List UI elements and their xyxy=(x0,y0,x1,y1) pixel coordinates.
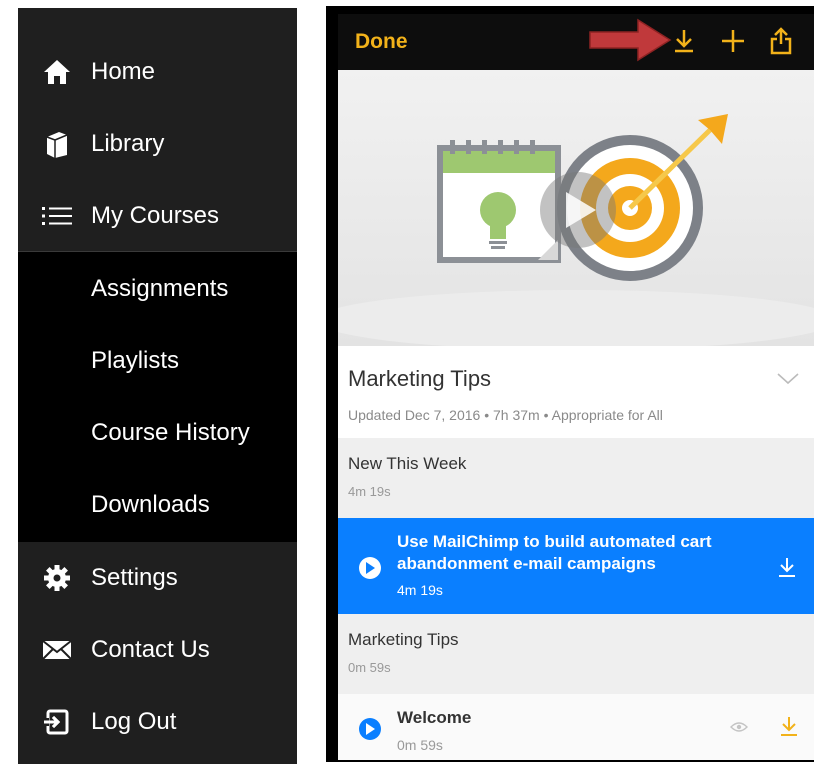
share-icon[interactable] xyxy=(766,26,796,56)
course-title: Marketing Tips xyxy=(348,366,492,391)
side-navigation: Home Library My Courses Assignments Play… xyxy=(18,8,297,764)
envelope-icon xyxy=(40,633,74,667)
list-icon xyxy=(40,199,74,233)
home-icon xyxy=(40,55,74,89)
logout-icon xyxy=(40,705,74,739)
section-header: New This Week 4m 19s xyxy=(338,438,814,518)
download-icon[interactable] xyxy=(778,715,800,737)
lesson-row-selected[interactable]: Use MailChimp to build automated cart ab… xyxy=(338,518,814,614)
gear-icon xyxy=(40,561,74,595)
nav-item-label: Library xyxy=(91,130,165,157)
library-icon xyxy=(40,127,74,161)
nav-item-log-out[interactable]: Log Out xyxy=(18,686,297,758)
section-title: New This Week xyxy=(348,454,467,473)
play-icon xyxy=(359,557,381,579)
nav-item-home[interactable]: Home xyxy=(18,36,297,108)
add-icon[interactable] xyxy=(718,26,748,56)
play-icon xyxy=(359,718,381,740)
download-icon[interactable] xyxy=(776,556,798,578)
nav-item-library[interactable]: Library xyxy=(18,108,297,180)
course-meta: Updated Dec 7, 2016 • 7h 37m • Appropria… xyxy=(348,407,663,423)
nav-item-label: Playlists xyxy=(91,347,180,374)
nav-item-course-history[interactable]: Course History xyxy=(18,397,297,469)
top-toolbar: Done xyxy=(338,14,814,70)
nav-item-label: Home xyxy=(91,58,156,85)
nav-item-label: Log Out xyxy=(91,708,177,735)
section-duration: 4m 19s xyxy=(348,484,391,499)
lesson-duration: 0m 59s xyxy=(397,737,443,753)
chevron-down-icon[interactable] xyxy=(776,372,800,386)
lesson-row[interactable]: Welcome 0m 59s xyxy=(338,694,814,760)
nav-item-downloads[interactable]: Downloads xyxy=(18,469,297,541)
nav-item-label: Contact Us xyxy=(91,636,210,663)
course-hero-image[interactable] xyxy=(338,70,814,350)
nav-item-my-courses[interactable]: My Courses xyxy=(18,180,297,252)
nav-item-contact-us[interactable]: Contact Us xyxy=(18,614,297,686)
course-screen: Done Marketing Tips Updated Dec 7, 2016 … xyxy=(338,14,814,760)
section-header: Marketing Tips 0m 59s xyxy=(338,614,814,694)
nav-item-label: Assignments xyxy=(91,275,229,302)
nav-item-assignments[interactable]: Assignments xyxy=(18,253,297,325)
nav-item-label: My Courses xyxy=(91,202,220,229)
lesson-duration: 4m 19s xyxy=(397,582,443,598)
nav-item-label: Settings xyxy=(91,564,178,591)
phone-frame: Done Marketing Tips Updated Dec 7, 2016 … xyxy=(326,6,814,762)
nav-item-label: Downloads xyxy=(91,491,210,518)
nav-item-playlists[interactable]: Playlists xyxy=(18,325,297,397)
watched-eye-icon xyxy=(730,722,748,732)
course-illustration xyxy=(338,114,814,350)
pointer-arrow-icon xyxy=(589,18,672,62)
lesson-title: Use MailChimp to build automated cart ab… xyxy=(397,532,712,573)
done-button[interactable]: Done xyxy=(355,30,408,54)
lesson-title: Welcome xyxy=(397,708,472,727)
course-header: Marketing Tips Updated Dec 7, 2016 • 7h … xyxy=(338,346,814,438)
section-duration: 0m 59s xyxy=(348,660,391,675)
section-title: Marketing Tips xyxy=(348,630,459,649)
nav-item-label: Course History xyxy=(91,419,250,446)
download-icon[interactable] xyxy=(669,26,699,56)
nav-item-settings[interactable]: Settings xyxy=(18,542,297,614)
